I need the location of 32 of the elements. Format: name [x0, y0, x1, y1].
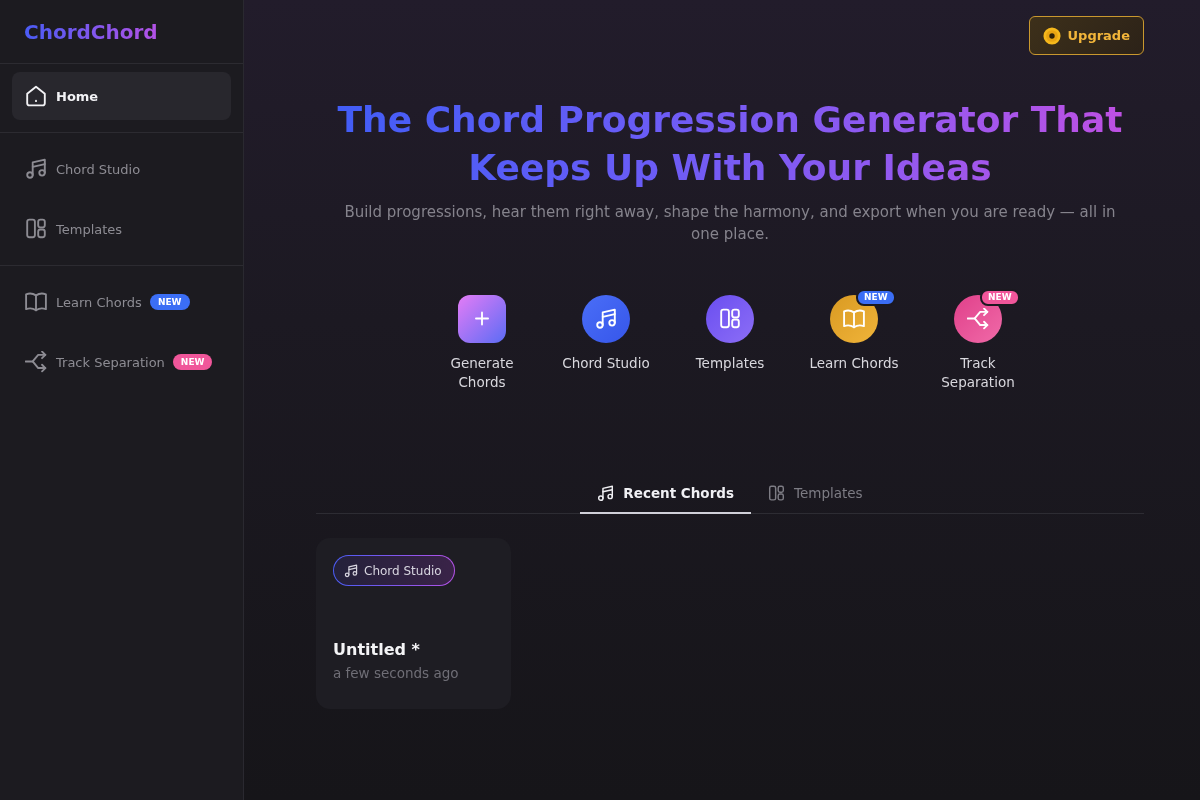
layout-icon [25, 218, 47, 240]
shortcut-button[interactable]: Generate Chords [430, 295, 534, 392]
new-badge: NEW [149, 294, 190, 310]
book-icon [25, 291, 47, 313]
tag-text: Chord Studio [364, 563, 442, 578]
split-arrow-icon [25, 351, 47, 373]
upgrade-button[interactable]: Upgrade [1028, 16, 1144, 55]
music-note-icon [344, 563, 358, 578]
shortcut-button[interactable]: Chord Studio [554, 295, 658, 373]
layout-icon [706, 295, 754, 343]
new-badge: NEW [172, 354, 213, 370]
layout-icon [768, 484, 785, 502]
timestamp: a few seconds ago [333, 664, 460, 683]
nav-item[interactable]: Learn Chords [12, 278, 150, 326]
new-badge: NEW [856, 289, 896, 306]
music-note-icon [582, 295, 630, 343]
nav-item[interactable]: Home [12, 72, 231, 120]
house-icon [25, 85, 47, 107]
card-title: Untitled * [333, 639, 421, 661]
project-card[interactable]: Chord Studio Untitled * a few seconds ago [316, 538, 511, 709]
music-note-icon [597, 484, 615, 502]
coin-icon [1042, 26, 1061, 45]
tab[interactable]: Recent Chords [580, 474, 751, 514]
tab[interactable]: Templates [751, 474, 880, 514]
nav-item[interactable]: Templates [12, 205, 131, 253]
shortcut-button[interactable]: Templates [678, 295, 782, 373]
new-badge: NEW [980, 289, 1020, 306]
subtitle: Build progressions, hear them right away, shape the harmony, and export when you are ready — all in one place. [343, 202, 1117, 245]
music-note-icon [25, 158, 47, 180]
plus-icon [458, 295, 506, 343]
nav-item[interactable]: Chord Studio [12, 145, 149, 193]
nav-item[interactable]: Track Separation [12, 338, 173, 386]
